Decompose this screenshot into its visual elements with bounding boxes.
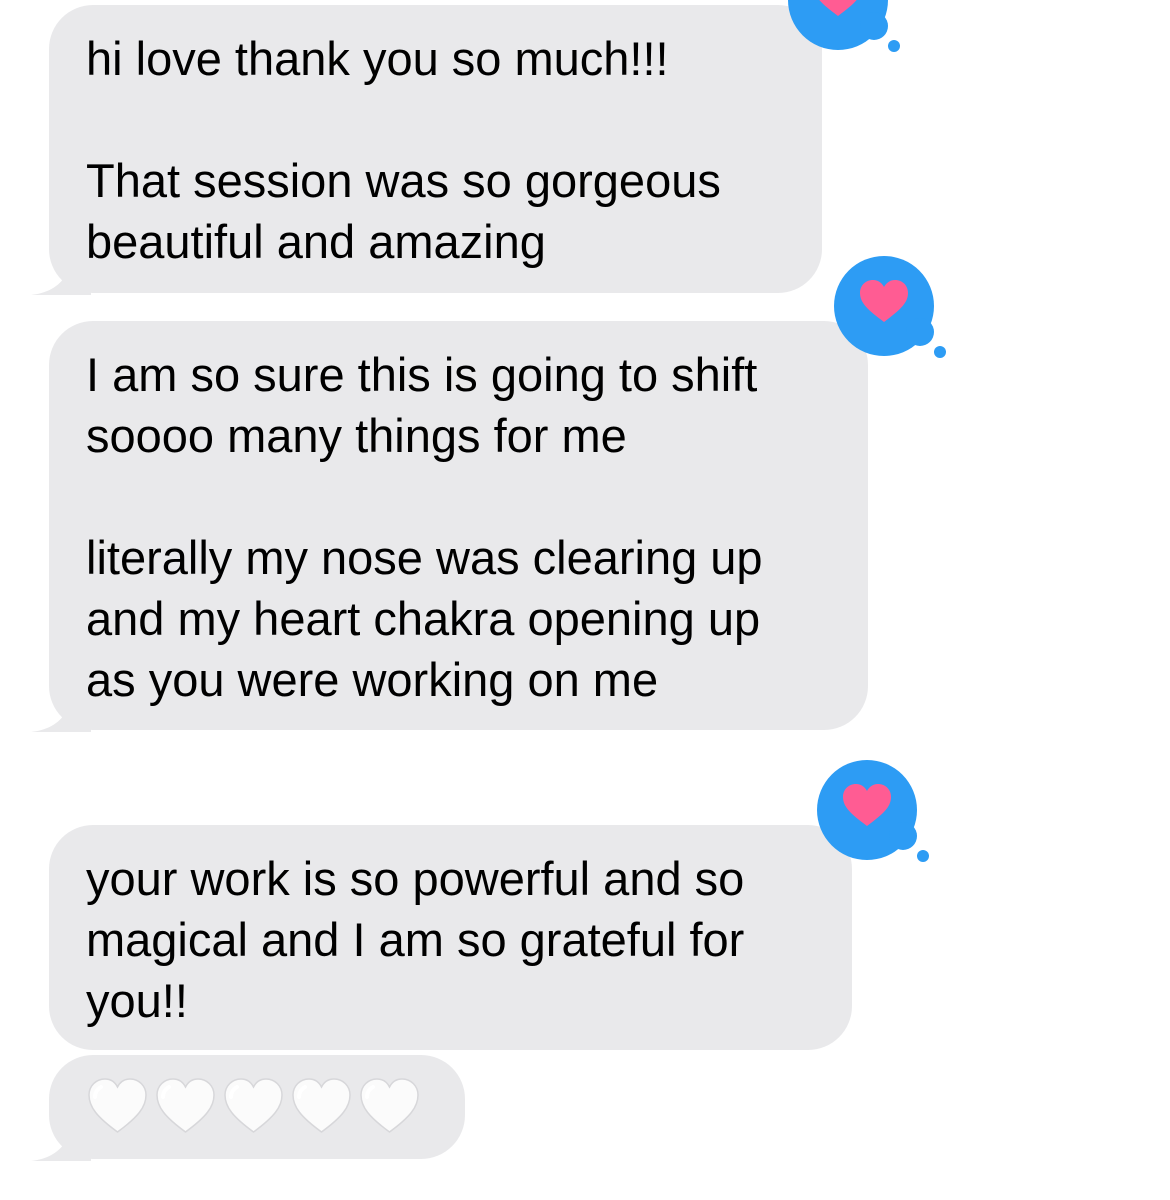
heart-reaction-3[interactable]	[809, 752, 929, 872]
white-heart-icon	[292, 1078, 351, 1133]
message-bubble-3[interactable]: your work is so powerful and so magical …	[49, 825, 852, 1050]
emoji-row	[87, 1077, 420, 1135]
message-bubble-1[interactable]: hi love thank you so much!!! That sessio…	[31, 5, 822, 295]
message-bubble-4[interactable]	[31, 1055, 465, 1161]
message-text: your work is so powerful and so magical …	[86, 852, 745, 1027]
heart-reaction-2[interactable]	[826, 248, 946, 368]
heart-icon	[817, 760, 929, 862]
white-heart-icon	[224, 1078, 283, 1133]
message-bubble-2[interactable]: I am so sure this is going to shift sooo…	[31, 321, 868, 732]
bubble-tail	[31, 255, 91, 295]
white-heart-icon	[360, 1078, 419, 1133]
white-heart-icon	[156, 1078, 215, 1133]
bubble-tail	[31, 1121, 91, 1161]
heart-icon	[788, 0, 900, 52]
heart-reaction-1[interactable]	[780, 0, 900, 62]
bubble-tail	[31, 692, 91, 732]
heart-icon	[834, 256, 946, 358]
white-heart-icon	[88, 1078, 147, 1133]
message-text: hi love thank you so much!!! That sessio…	[86, 32, 721, 268]
message-text: I am so sure this is going to shift sooo…	[86, 348, 763, 706]
